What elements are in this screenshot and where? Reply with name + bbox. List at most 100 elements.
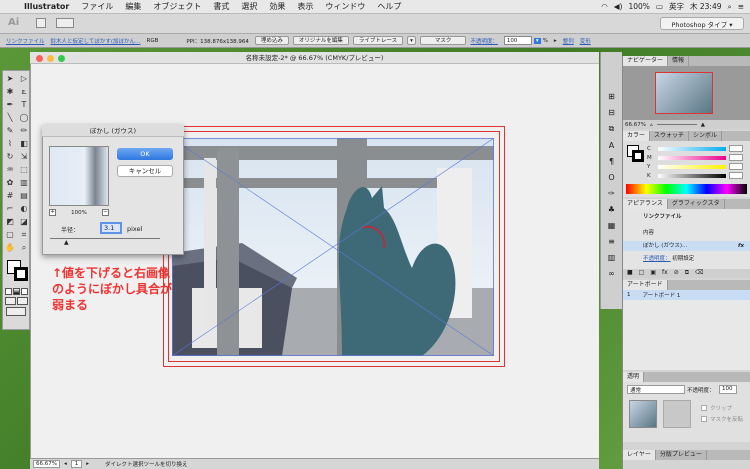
screen-mode-icon[interactable] bbox=[6, 307, 26, 316]
blend-mode-select[interactable]: 通常 bbox=[627, 385, 685, 394]
slice-tool-icon[interactable]: ⌗ bbox=[18, 229, 30, 241]
graphic-styles-icon[interactable]: ▦ bbox=[608, 221, 616, 230]
trace-options-icon[interactable]: ▾ bbox=[407, 36, 416, 45]
pencil-icon[interactable]: ✏ bbox=[18, 125, 30, 137]
wifi-icon[interactable]: ◠ bbox=[601, 2, 608, 11]
links-icon[interactable]: ∞ bbox=[608, 269, 615, 278]
menu-type[interactable]: 書式 bbox=[207, 1, 235, 12]
workspace-switcher[interactable]: Photoshop タイプ ▾ bbox=[660, 17, 744, 30]
zoom-window-icon[interactable] bbox=[58, 55, 65, 62]
appearance-content[interactable]: 内容 bbox=[623, 220, 750, 236]
ellipse-tool-icon[interactable]: ◯ bbox=[18, 112, 30, 124]
blur-preview[interactable] bbox=[49, 146, 109, 206]
bridge-icon[interactable] bbox=[36, 18, 46, 28]
menu-edit[interactable]: 編集 bbox=[119, 1, 147, 12]
transform-icon[interactable]: ⊞ bbox=[608, 92, 615, 101]
tab-layers[interactable]: レイヤー bbox=[623, 450, 656, 460]
color-channel-row[interactable]: Y bbox=[647, 162, 747, 171]
color-channel-input[interactable] bbox=[729, 145, 743, 152]
blend-tool-icon[interactable]: ◐ bbox=[18, 203, 30, 215]
paintbrush-icon[interactable]: ✎ bbox=[4, 125, 16, 137]
tab-transparency[interactable]: 透明 bbox=[623, 372, 645, 382]
appearance-add-fill-icon[interactable]: ▣ bbox=[650, 269, 656, 278]
menu-effect[interactable]: 効果 bbox=[263, 1, 291, 12]
symbols-icon[interactable]: ♣ bbox=[608, 205, 615, 214]
file-name-link[interactable]: 鈴木人と仮定してぼかす(加ぼかん… bbox=[51, 37, 141, 45]
opacity-link[interactable]: 不透明度： bbox=[470, 37, 498, 45]
brushes-icon[interactable]: ✑ bbox=[608, 189, 615, 198]
eraser-icon[interactable]: ◧ bbox=[18, 138, 30, 150]
menu-file[interactable]: ファイル bbox=[75, 1, 119, 12]
navigator-thumbnail[interactable] bbox=[655, 72, 713, 114]
color-mode-icon[interactable] bbox=[5, 288, 12, 295]
nav-zoom-in-icon[interactable]: ▲ bbox=[701, 122, 705, 128]
embed-button[interactable]: 埋め込み bbox=[254, 36, 289, 45]
linked-file-link[interactable]: リンクファイル bbox=[6, 37, 45, 45]
gradient-icon[interactable]: ▥ bbox=[608, 253, 616, 262]
paragraph-icon[interactable]: ¶ bbox=[609, 157, 614, 166]
menu-help[interactable]: ヘルプ bbox=[371, 1, 407, 12]
gradient-mode-icon[interactable] bbox=[13, 288, 20, 295]
tab-appearance[interactable]: アピアランス bbox=[623, 199, 668, 209]
prev-artboard-icon[interactable]: ◂ bbox=[64, 461, 67, 467]
magic-wand-icon[interactable]: ✱ bbox=[4, 86, 16, 98]
volume-icon[interactable]: ◀) bbox=[614, 2, 623, 11]
color-spectrum[interactable] bbox=[626, 184, 747, 194]
menu-select[interactable]: 選択 bbox=[235, 1, 263, 12]
mask-thumbnail[interactable] bbox=[663, 400, 691, 428]
navigator-zoom[interactable]: 66.67% bbox=[625, 122, 646, 128]
close-window-icon[interactable] bbox=[36, 55, 43, 62]
opacity-arrow-icon[interactable]: ▸ bbox=[554, 38, 557, 44]
free-transform-icon[interactable]: ⬚ bbox=[18, 164, 30, 176]
stroke-icon[interactable]: ≡ bbox=[608, 237, 615, 246]
mesh-tool-icon[interactable]: # bbox=[4, 190, 16, 202]
warp-tool-icon[interactable]: ♒ bbox=[4, 164, 16, 176]
placed-photo[interactable] bbox=[172, 138, 494, 356]
next-artboard-icon[interactable]: ▸ bbox=[86, 461, 89, 467]
transparency-thumbnail[interactable] bbox=[629, 400, 657, 428]
arrange-documents-icon[interactable] bbox=[56, 18, 74, 28]
appearance-add-stroke-icon[interactable]: □ bbox=[639, 269, 645, 278]
none-mode-icon[interactable] bbox=[21, 288, 28, 295]
color-channel-slider[interactable] bbox=[658, 146, 726, 151]
opacity-dropdown[interactable]: ▾ bbox=[533, 37, 541, 44]
nav-zoom-slider[interactable] bbox=[656, 124, 697, 125]
stroke-swatch[interactable] bbox=[14, 267, 28, 281]
rotate-tool-icon[interactable]: ↻ bbox=[4, 151, 16, 163]
tab-color[interactable]: カラー bbox=[623, 131, 651, 141]
live-paint-icon[interactable]: ◩ bbox=[4, 216, 16, 228]
type-tool-icon[interactable]: T bbox=[18, 99, 30, 111]
zoom-in-icon[interactable]: + bbox=[49, 209, 56, 216]
input-mode[interactable]: 英字 bbox=[669, 1, 684, 12]
opacity-input[interactable]: 100 bbox=[503, 36, 532, 45]
symbol-sprayer-icon[interactable]: ✿ bbox=[4, 177, 16, 189]
tab-symbols[interactable]: シンボル bbox=[689, 131, 723, 141]
pen-tool-icon[interactable]: ✒ bbox=[4, 99, 16, 111]
invert-mask-checkbox[interactable] bbox=[701, 416, 707, 422]
draw-normal-icon[interactable] bbox=[5, 297, 16, 305]
tab-graphic-styles[interactable]: グラフィックスタ bbox=[668, 199, 725, 209]
ok-button[interactable]: OK bbox=[117, 148, 173, 160]
tab-swatches[interactable]: スウォッチ bbox=[650, 131, 690, 141]
appearance-effect-row[interactable]: ぼかし (ガウス)... fx bbox=[623, 241, 750, 251]
appearance-opacity-label[interactable]: 不透明度： bbox=[643, 256, 671, 262]
appearance-opacity-row[interactable]: 不透明度： 初期設定 bbox=[623, 251, 750, 262]
cancel-button[interactable]: キャンセル bbox=[117, 165, 173, 177]
menu-window[interactable]: ウィンドウ bbox=[319, 1, 371, 12]
live-trace-button[interactable]: ライブトレース bbox=[352, 36, 404, 45]
mask-button[interactable]: マスク bbox=[419, 36, 467, 45]
battery-percent[interactable]: 100% bbox=[628, 2, 649, 11]
radius-slider-thumb[interactable]: ▲ bbox=[64, 239, 69, 246]
tab-artboard[interactable]: アートボード bbox=[623, 280, 668, 290]
color-channel-input[interactable] bbox=[729, 154, 743, 161]
zoom-tool-icon[interactable]: ⌕ bbox=[18, 242, 30, 254]
live-paint-select-icon[interactable]: ◪ bbox=[18, 216, 30, 228]
fx-icon[interactable]: fx bbox=[738, 241, 744, 251]
color-channel-input[interactable] bbox=[729, 163, 743, 170]
clock[interactable]: 木 23:49 bbox=[690, 1, 722, 12]
appearance-fx-menu-icon[interactable]: fx bbox=[662, 269, 668, 278]
minimize-window-icon[interactable] bbox=[47, 55, 54, 62]
eyedropper-icon[interactable]: ⌐ bbox=[4, 203, 16, 215]
line-tool-icon[interactable]: ╲ bbox=[4, 112, 16, 124]
menu-object[interactable]: オブジェクト bbox=[147, 1, 207, 12]
